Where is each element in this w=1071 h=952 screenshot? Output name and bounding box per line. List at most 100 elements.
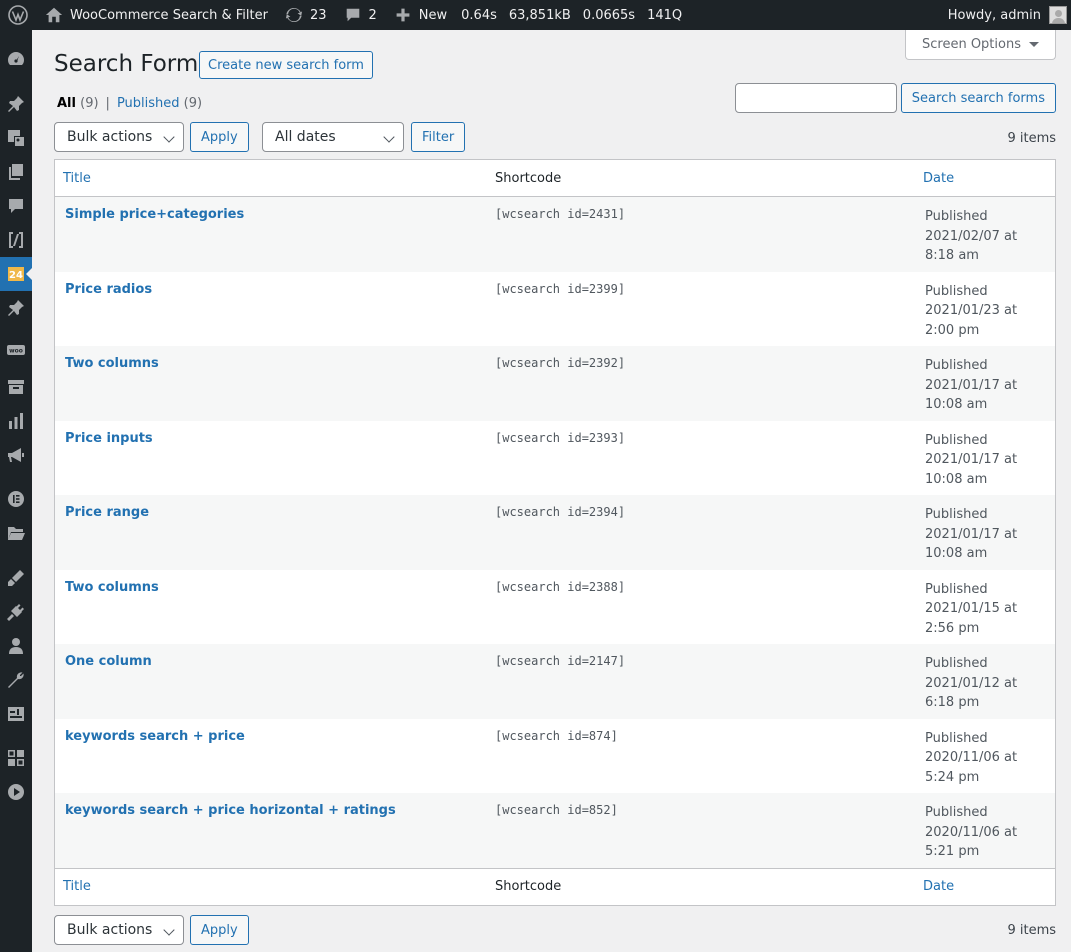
row-status: Published: [925, 581, 988, 597]
row-date: 2020/11/06 at 5:24 pm: [925, 750, 1018, 785]
qm-db-time[interactable]: 0.0665s: [577, 0, 641, 30]
new-content-link[interactable]: New: [385, 0, 455, 30]
qm-memory[interactable]: 63,851kB: [503, 0, 577, 30]
view-separator: |: [105, 96, 110, 111]
screen-options-button[interactable]: Screen Options: [905, 30, 1056, 60]
comments-link[interactable]: 2: [335, 0, 385, 30]
pin-icon[interactable]: [0, 291, 32, 325]
settings-icon[interactable]: [0, 697, 32, 731]
media-icon[interactable]: [0, 121, 32, 155]
dates-value: All dates: [275, 129, 336, 145]
apply-button[interactable]: Apply: [190, 915, 249, 945]
pages-icon[interactable]: [0, 155, 32, 189]
row-title-link[interactable]: Price radios: [65, 282, 152, 297]
folder-icon[interactable]: [0, 516, 32, 550]
row-status: Published: [925, 283, 988, 299]
table-row: Price inputs [wcsearch id=2393] Publishe…: [55, 421, 1055, 496]
howdy-text: Howdy, admin: [947, 7, 1041, 23]
row-date: 2021/02/07 at 8:18 am: [925, 228, 1018, 264]
bulk-actions-select[interactable]: Bulk actions: [54, 915, 184, 945]
comments-icon[interactable]: [0, 189, 32, 223]
site-name-link[interactable]: WooCommerce Search & Filter: [36, 0, 276, 30]
row-title-link[interactable]: Price range: [65, 505, 149, 520]
row-date: 2020/11/06 at 5:21 pm: [925, 824, 1018, 860]
my-account-link[interactable]: Howdy, admin: [940, 0, 1071, 30]
shortcode-icon[interactable]: [0, 223, 32, 257]
row-date: 2021/01/17 at 10:08 am: [925, 452, 1018, 487]
table-header: Title Shortcode Date: [55, 160, 1055, 197]
svg-text:woo: woo: [9, 348, 23, 355]
table-body: Simple price+categories [wcsearch id=243…: [55, 197, 1055, 868]
row-shortcode: [wcsearch id=2393]: [495, 430, 626, 445]
view-all[interactable]: All (9): [57, 96, 99, 111]
view-published[interactable]: Published (9): [117, 96, 202, 111]
tools-icon[interactable]: [0, 663, 32, 697]
row-status: Published: [925, 805, 988, 820]
appearance-icon[interactable]: [0, 561, 32, 595]
bulk-actions-select[interactable]: Bulk actions: [54, 122, 184, 152]
column-shortcode: Shortcode: [495, 879, 562, 894]
chevron-down-icon: [383, 131, 395, 143]
table-row: Price range [wcsearch id=2394] Published…: [55, 495, 1055, 570]
qm-time[interactable]: 0.64s: [455, 0, 503, 30]
row-shortcode: [wcsearch id=2388]: [495, 579, 626, 594]
woocommerce-icon[interactable]: woo: [0, 333, 32, 367]
updates-link[interactable]: 23: [276, 0, 335, 30]
column-date-sort[interactable]: Date: [923, 171, 954, 186]
bulk-actions-value: Bulk actions: [67, 922, 153, 938]
home-icon: [44, 5, 64, 25]
column-title-sort[interactable]: Title: [63, 879, 91, 894]
avatar: [1049, 6, 1067, 24]
row-title-link[interactable]: keywords search + price horizontal + rat…: [65, 803, 396, 818]
row-status: Published: [925, 730, 988, 746]
comments-count: 2: [368, 7, 377, 23]
row-shortcode: [wcsearch id=2431]: [495, 207, 626, 221]
row-title-link[interactable]: Two columns: [65, 580, 159, 595]
row-status: Published: [925, 358, 988, 373]
items-count: 9 items: [1007, 923, 1056, 938]
row-title-link[interactable]: Two columns: [65, 356, 159, 371]
plugins-icon[interactable]: [0, 595, 32, 629]
users-icon[interactable]: [0, 629, 32, 663]
table-row: Simple price+categories [wcsearch id=243…: [55, 197, 1055, 272]
elementor-icon[interactable]: [0, 482, 32, 516]
plugin-24-icon[interactable]: 24: [0, 257, 32, 291]
table-row: One column [wcsearch id=2147] Published 2…: [55, 644, 1055, 719]
column-date-sort[interactable]: Date: [923, 879, 954, 894]
view-filters: All (9) | Published (9): [57, 96, 202, 111]
row-title-link[interactable]: keywords search + price: [65, 729, 245, 744]
play-icon[interactable]: [0, 775, 32, 809]
archive-icon[interactable]: [0, 370, 32, 404]
grid-icon[interactable]: [0, 741, 32, 775]
row-title-link[interactable]: One column: [65, 654, 152, 669]
table-row: Price radios [wcsearch id=2399] Publishe…: [55, 272, 1055, 347]
row-date: 2021/01/23 at 2:00 pm: [925, 303, 1018, 338]
row-status: Published: [925, 507, 988, 522]
updates-count: 23: [309, 7, 327, 23]
row-shortcode: [wcsearch id=2399]: [495, 281, 626, 296]
table-row: keywords search + price [wcsearch id=874…: [55, 719, 1055, 794]
analytics-icon[interactable]: [0, 404, 32, 438]
qm-queries[interactable]: 141Q: [641, 0, 688, 30]
search-button[interactable]: Search search forms: [900, 83, 1056, 113]
wordpress-logo-icon[interactable]: [0, 0, 36, 30]
create-search-form-button[interactable]: Create new search form: [199, 51, 373, 79]
filter-button[interactable]: Filter: [411, 122, 466, 152]
search-input[interactable]: [734, 83, 897, 113]
column-title-sort[interactable]: Title: [63, 171, 91, 186]
row-shortcode: [wcsearch id=2392]: [495, 356, 626, 370]
tablenav-bottom: Bulk actions Apply 9 items: [54, 915, 1056, 947]
row-title-link[interactable]: Simple price+categories: [65, 207, 244, 222]
dates-select[interactable]: All dates: [262, 122, 404, 152]
bulk-actions-value: Bulk actions: [67, 129, 153, 145]
marketing-icon[interactable]: [0, 438, 32, 472]
svg-text:24: 24: [9, 270, 23, 281]
new-label: New: [418, 7, 448, 23]
admin-bar: WooCommerce Search & Filter 23 2 New 0.6…: [0, 0, 1071, 30]
column-shortcode: Shortcode: [495, 170, 562, 186]
dashboard-icon[interactable]: [0, 42, 32, 76]
tablenav-top: Bulk actions Apply All dates Filter 9 it…: [54, 122, 1056, 154]
row-title-link[interactable]: Price inputs: [65, 431, 153, 446]
posts-pin-icon[interactable]: [0, 87, 32, 121]
apply-button[interactable]: Apply: [190, 122, 249, 152]
